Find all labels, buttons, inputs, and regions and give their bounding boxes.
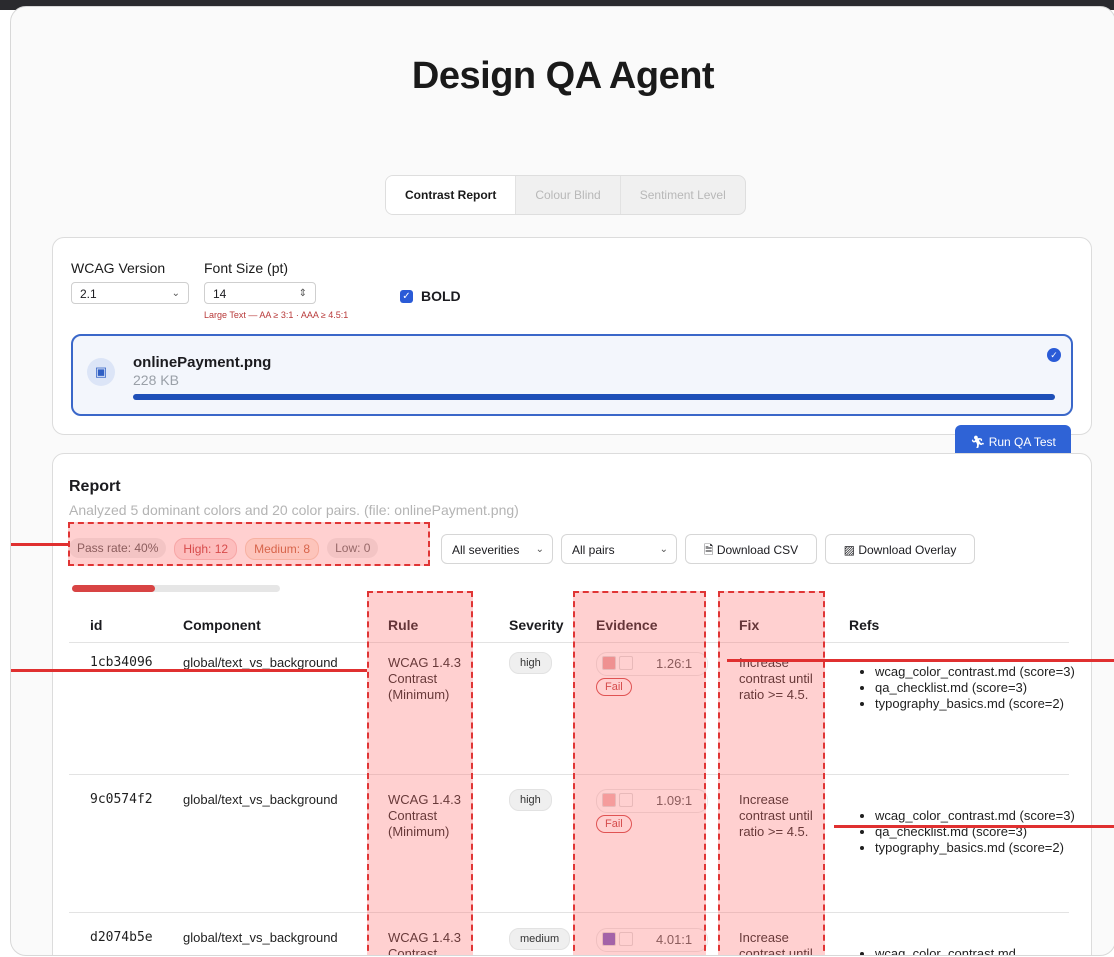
summary-pills: Pass rate: 40% High: 12 Medium: 8 Low: 0 [69, 538, 386, 560]
font-size-label: Font Size (pt) [204, 260, 289, 276]
row-id: d2074b5e [90, 930, 153, 945]
upload-progress-fill [133, 394, 1055, 400]
severity-filter-value: All severities [452, 543, 520, 557]
run-icon: 🏃︎ [970, 435, 986, 449]
row-component: global/text_vs_background [183, 930, 338, 945]
wcag-version-value: 2.1 [80, 287, 97, 301]
row-rule: WCAG 1.4.3 Contrast (Minimum) [388, 792, 461, 839]
ref-item: wcag_color_contrast.md [875, 946, 1085, 955]
image-icon: ▨ [843, 543, 855, 557]
severity-filter-select[interactable]: All severities ⌄ [441, 534, 553, 564]
color-swatch-foreground [602, 932, 616, 946]
tab-sentiment-level[interactable]: Sentiment Level [621, 176, 745, 214]
row-divider [69, 912, 1069, 913]
report-card: Report Analyzed 5 dominant colors and 20… [52, 453, 1092, 956]
run-qa-test-label: Run QA Test [988, 435, 1056, 449]
refs-list: wcag_color_contrast.md (score=3) qa_chec… [861, 808, 1085, 856]
font-size-hint: Large Text — AA ≥ 3:1 · AAA ≥ 4.5:1 [204, 310, 349, 320]
tab-colour-blind[interactable]: Colour Blind [516, 176, 621, 214]
wcag-version-label: WCAG Version [71, 260, 166, 276]
pass-rate-bar [72, 585, 280, 592]
color-swatch-background [619, 932, 633, 946]
col-header-evidence: Evidence [596, 617, 658, 633]
pass-rate-badge: Pass rate: 40% [69, 538, 167, 558]
tab-bar: Contrast Report Colour Blind Sentiment L… [385, 175, 746, 215]
annotation-line-fix2 [834, 825, 1114, 828]
row-id: 9c0574f2 [90, 792, 153, 807]
report-title: Report [69, 478, 121, 495]
report-subtitle: Analyzed 5 dominant colors and 20 color … [69, 502, 519, 518]
stepper-arrows-icon[interactable]: ⇕ [299, 283, 307, 305]
annotation-line-row1 [11, 669, 367, 672]
contrast-ratio: 4.01:1 [656, 932, 693, 947]
download-csv-label: Download CSV [716, 543, 799, 557]
col-header-component: Component [183, 617, 261, 633]
severity-badge: high [509, 652, 552, 674]
color-swatch-background [619, 656, 633, 670]
bold-label: BOLD [421, 288, 461, 304]
color-swatch-foreground [602, 793, 616, 807]
fail-badge: Fail [596, 815, 632, 833]
contrast-ratio: 1.26:1 [656, 656, 693, 671]
ref-item: wcag_color_contrast.md (score=3) [875, 664, 1085, 680]
header-divider [69, 642, 1069, 643]
pairs-filter-value: All pairs [572, 543, 615, 557]
file-name: onlinePayment.png [133, 354, 272, 371]
row-fix: Increase contrast until [739, 930, 813, 956]
annotation-line-fix1 [727, 659, 1114, 662]
medium-count-badge: Medium: 8 [245, 538, 320, 560]
refs-list: wcag_color_contrast.md (score=3) qa_chec… [861, 664, 1085, 712]
download-overlay-label: Download Overlay [858, 543, 957, 557]
color-swatch-background [619, 793, 633, 807]
file-size: 228 KB [133, 372, 179, 388]
pass-rate-fill [72, 585, 156, 592]
font-size-stepper[interactable]: 14 ⇕ [204, 282, 316, 304]
tab-contrast-report[interactable]: Contrast Report [386, 176, 517, 214]
fail-badge: Fail [596, 678, 632, 696]
chevron-down-icon: ⌄ [535, 544, 544, 555]
row-rule: WCAG 1.4.3 Contrast [388, 930, 461, 956]
image-file-icon: ▣ [87, 358, 115, 386]
bold-checkbox[interactable]: ✓ [400, 290, 413, 303]
ref-item: typography_basics.md (score=2) [875, 840, 1085, 856]
font-size-value: 14 [213, 287, 227, 301]
ref-item: typography_basics.md (score=2) [875, 696, 1085, 712]
wcag-version-select[interactable]: 2.1 ⌄ [71, 282, 189, 304]
col-header-refs: Refs [849, 617, 880, 633]
ref-item: qa_checklist.md (score=3) [875, 680, 1085, 696]
chevron-down-icon: ⌄ [171, 288, 180, 299]
low-count-badge: Low: 0 [327, 538, 379, 558]
col-header-fix: Fix [739, 617, 760, 633]
pairs-filter-select[interactable]: All pairs ⌄ [561, 534, 677, 564]
row-rule: WCAG 1.4.3 Contrast (Minimum) [388, 655, 461, 702]
page-title: Design QA Agent [411, 55, 715, 97]
annotation-line-pills [11, 543, 69, 546]
row-component: global/text_vs_background [183, 792, 338, 807]
contrast-ratio: 1.09:1 [656, 793, 693, 808]
app-window: Design QA Agent Contrast Report Colour B… [10, 6, 1114, 956]
severity-badge: high [509, 789, 552, 811]
upload-progress-bar [133, 394, 1055, 400]
uploaded-file: ▣ onlinePayment.png 228 KB ✓ [71, 334, 1073, 416]
check-circle-icon: ✓ [1047, 348, 1061, 362]
chevron-down-icon: ⌄ [659, 544, 668, 555]
color-swatch-foreground [602, 656, 616, 670]
download-csv-button[interactable]: 🗎 Download CSV [685, 534, 817, 564]
download-overlay-button[interactable]: ▨ Download Overlay [825, 534, 975, 564]
col-header-rule: Rule [388, 617, 419, 633]
row-fix: Increase contrast until ratio >= 4.5. [739, 655, 813, 702]
row-fix: Increase contrast until ratio >= 4.5. [739, 792, 813, 839]
document-icon: 🗎 [703, 543, 714, 557]
settings-card: WCAG Version 2.1 ⌄ Font Size (pt) 14 ⇕ L… [52, 237, 1092, 435]
ref-item: wcag_color_contrast.md (score=3) [875, 808, 1085, 824]
severity-badge: medium [509, 928, 571, 950]
row-divider [69, 774, 1069, 775]
high-count-badge: High: 12 [174, 538, 238, 560]
refs-list: wcag_color_contrast.md [861, 946, 1085, 955]
col-header-severity: Severity [509, 617, 564, 633]
col-header-id: id [90, 617, 103, 633]
